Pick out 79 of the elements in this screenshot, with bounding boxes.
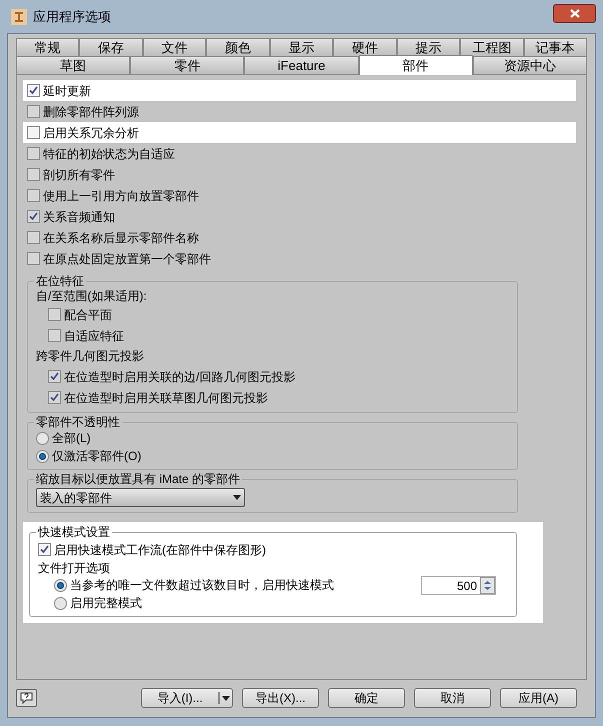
radio-label: 全部(L) <box>52 430 91 447</box>
checkbox-label: 删除零部件阵列源 <box>43 104 139 120</box>
checkbox[interactable] <box>38 543 51 556</box>
section-label: 自/至范围(如果适用): <box>36 288 148 304</box>
tab[interactable]: 草图 <box>16 56 130 74</box>
window-title: 应用程序选项 <box>33 8 112 26</box>
radio-button[interactable] <box>54 578 67 592</box>
number-value: 500 <box>456 578 478 594</box>
dialog-button[interactable]: 确定 <box>328 688 405 708</box>
tab[interactable]: 资源中心 <box>472 56 588 74</box>
tab[interactable]: 工程图 <box>460 38 524 56</box>
check-icon <box>50 393 59 402</box>
checkbox-label: 在关系名称后显示零部件名称 <box>43 230 199 246</box>
radio-label: 当参考的唯一文件数超过该数目时，启用快速模式 <box>70 577 334 594</box>
checkbox[interactable] <box>27 105 40 118</box>
tab[interactable]: 常规 <box>16 38 80 56</box>
number-field[interactable]: 500 <box>421 576 496 595</box>
tab[interactable]: 部件 <box>358 55 473 75</box>
section-label: 跨零件几何图元投影 <box>36 348 145 365</box>
dialog-button[interactable]: 导入(I)... <box>141 688 233 708</box>
tab[interactable]: 记事本 <box>524 38 587 56</box>
checkbox[interactable] <box>48 308 61 321</box>
tab[interactable]: 零件 <box>130 56 244 74</box>
checkbox-label: 关系音频通知 <box>43 208 115 226</box>
tab[interactable]: iFeature <box>244 56 359 74</box>
spinner-icon[interactable] <box>480 577 495 594</box>
checkbox[interactable] <box>27 126 40 139</box>
checkbox-label: 配合平面 <box>64 306 112 324</box>
radio-button[interactable] <box>54 596 67 610</box>
checkbox[interactable] <box>48 329 61 342</box>
checkbox[interactable] <box>27 210 40 223</box>
dialog-button[interactable]: 取消 <box>414 688 491 708</box>
radio-button[interactable] <box>36 432 49 444</box>
checkbox-label: 启用快速模式工作流(在部件中保存图形) <box>54 542 266 558</box>
tab[interactable]: 保存 <box>79 38 143 56</box>
section-label: 文件打开选项 <box>38 560 111 576</box>
tab[interactable]: 硬件 <box>333 38 397 56</box>
dialog-button[interactable]: 导出(X)... <box>242 688 319 708</box>
checkbox[interactable] <box>27 168 40 181</box>
help-icon <box>20 692 33 704</box>
group-title: 缩放目标以便放置具有 iMate 的零部件 <box>35 472 242 486</box>
checkbox[interactable] <box>27 84 40 97</box>
radio-label: 启用完整模式 <box>70 595 142 612</box>
checkbox[interactable] <box>27 231 40 244</box>
checkbox-label: 自适应特征 <box>64 328 124 344</box>
checkbox[interactable] <box>27 189 40 202</box>
check-icon <box>29 212 38 221</box>
checkbox[interactable] <box>27 252 40 265</box>
group-title: 在位特征 <box>35 274 85 288</box>
caret-icon <box>218 692 232 704</box>
checkbox-label: 特征的初始状态为自适应 <box>43 146 175 162</box>
checkbox-label: 启用关系冗余分析 <box>43 124 139 142</box>
checkbox-label: 延时更新 <box>43 82 91 100</box>
tab[interactable]: 颜色 <box>206 38 270 56</box>
dropdown[interactable]: 装入的零部件 <box>36 488 245 507</box>
checkbox-label: 在位造型时启用关联草图几何图元投影 <box>64 390 268 406</box>
checkbox-label: 在原点处固定放置第一个零部件 <box>43 250 211 268</box>
check-icon <box>50 372 59 381</box>
checkbox[interactable] <box>27 147 40 160</box>
app-icon <box>11 8 27 24</box>
checkbox[interactable] <box>48 391 61 404</box>
caret-icon <box>233 495 241 500</box>
tab[interactable]: 显示 <box>270 38 334 56</box>
checkbox-label: 剖切所有零件 <box>43 166 115 184</box>
close-button[interactable] <box>553 4 596 23</box>
dialog-button[interactable]: 应用(A) <box>500 688 577 708</box>
check-icon <box>40 545 49 554</box>
group-title: 零部件不透明性 <box>35 415 121 429</box>
checkbox[interactable] <box>48 370 61 383</box>
group-title: 快速模式设置 <box>36 525 111 539</box>
checkbox-label: 使用上一引用方向放置零部件 <box>43 188 199 204</box>
radio-label: 仅激活零部件(O) <box>52 448 142 465</box>
help-button[interactable] <box>16 689 37 707</box>
tab[interactable]: 提示 <box>396 38 460 56</box>
checkbox-label: 在位造型时启用关联的边/回路几何图元投影 <box>64 368 296 386</box>
tab[interactable]: 文件 <box>142 38 206 56</box>
radio-button[interactable] <box>36 450 49 462</box>
close-icon <box>570 9 580 18</box>
check-icon <box>29 86 38 95</box>
